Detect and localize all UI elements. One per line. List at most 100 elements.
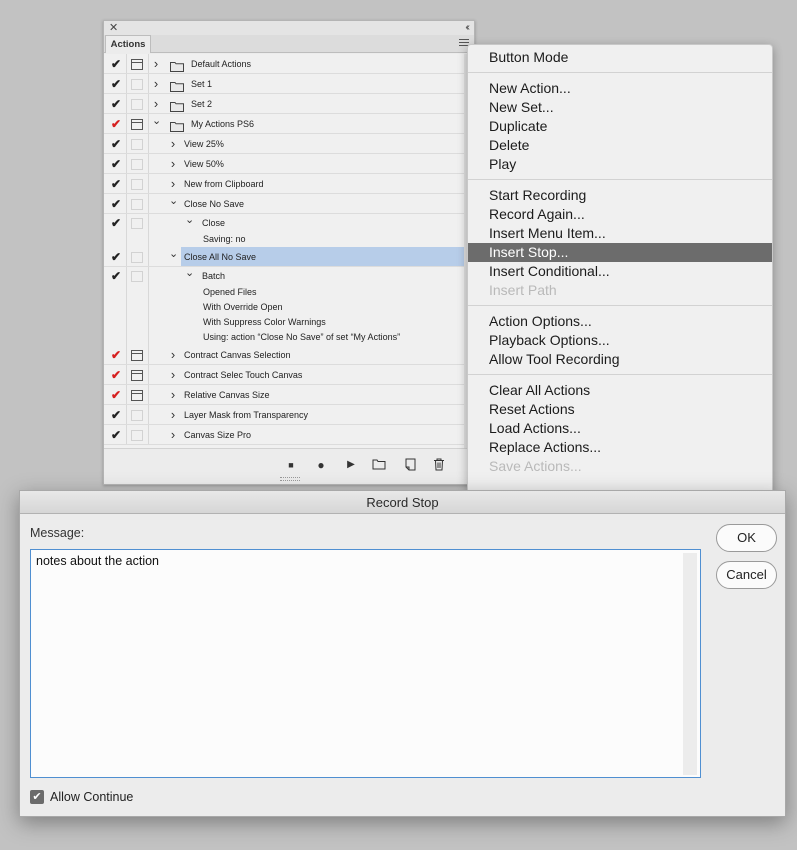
menu-item-record-again[interactable]: Record Again... bbox=[468, 205, 772, 224]
allow-continue-label[interactable]: Allow Continue bbox=[50, 790, 133, 805]
action-set-row[interactable]: ✔ › Set 1 bbox=[104, 74, 466, 94]
action-command-row[interactable]: ✔ ⌄ Batch bbox=[104, 267, 466, 285]
menu-item-button-mode[interactable]: Button Mode bbox=[468, 48, 772, 67]
toggle-item-check-icon[interactable]: ✔ bbox=[110, 348, 122, 362]
chevron-right-icon[interactable]: › bbox=[152, 74, 160, 94]
toggle-item-check-icon[interactable]: ✔ bbox=[110, 197, 122, 211]
dialog-toggle-empty[interactable] bbox=[131, 198, 143, 210]
message-text[interactable]: notes about the action bbox=[36, 554, 159, 568]
menu-item-duplicate[interactable]: Duplicate bbox=[468, 117, 772, 136]
toggle-item-check-icon[interactable]: ✔ bbox=[110, 428, 122, 442]
menu-item-insert-stop[interactable]: Insert Stop... bbox=[468, 243, 772, 262]
delete-icon[interactable] bbox=[432, 458, 446, 472]
chevron-right-icon[interactable]: › bbox=[169, 134, 177, 154]
toggle-item-check-icon[interactable]: ✔ bbox=[110, 77, 122, 91]
menu-item-insert-conditional[interactable]: Insert Conditional... bbox=[468, 262, 772, 281]
toggle-item-check-icon[interactable]: ✔ bbox=[110, 57, 122, 71]
dialog-toggle-icon[interactable] bbox=[131, 58, 143, 70]
toggle-item-check-icon[interactable]: ✔ bbox=[110, 157, 122, 171]
dialog-toggle-icon[interactable] bbox=[131, 118, 143, 130]
menu-item-playback-options[interactable]: Playback Options... bbox=[468, 331, 772, 350]
menu-item-new-action[interactable]: New Action... bbox=[468, 79, 772, 98]
action-set-row[interactable]: ✔ ⌄ My Actions PS6 bbox=[104, 114, 466, 134]
action-command-row[interactable]: ✔ ⌄ Close bbox=[104, 214, 466, 232]
action-row[interactable]: ✔ › Relative Canvas Size bbox=[104, 385, 466, 405]
chevron-right-icon[interactable]: › bbox=[152, 94, 160, 114]
action-row[interactable]: ✔ ⌄ Close No Save bbox=[104, 194, 466, 214]
menu-item-load-actions[interactable]: Load Actions... bbox=[468, 419, 772, 438]
toggle-item-check-icon[interactable]: ✔ bbox=[110, 368, 122, 382]
new-action-icon[interactable] bbox=[403, 458, 417, 472]
new-set-icon[interactable] bbox=[372, 458, 386, 472]
dialog-toggle-empty[interactable] bbox=[131, 270, 143, 282]
dialog-toggle-empty[interactable] bbox=[131, 138, 143, 150]
allow-continue-checkbox[interactable]: ✔ bbox=[30, 790, 44, 804]
dialog-toggle-empty[interactable] bbox=[131, 98, 143, 110]
action-row[interactable]: ✔ › New from Clipboard bbox=[104, 174, 466, 194]
toggle-item-check-icon[interactable]: ✔ bbox=[110, 137, 122, 151]
chevron-right-icon[interactable]: › bbox=[169, 385, 177, 405]
action-row[interactable]: ✔ › Canvas Size Pro bbox=[104, 425, 466, 445]
resize-grip[interactable] bbox=[280, 477, 300, 481]
menu-item-allow-tool-recording[interactable]: Allow Tool Recording bbox=[468, 350, 772, 369]
action-detail-row[interactable]: Opened Files bbox=[104, 285, 466, 300]
record-icon[interactable]: ● bbox=[314, 458, 328, 472]
chevron-right-icon[interactable]: › bbox=[169, 405, 177, 425]
stop-icon[interactable]: ■ bbox=[284, 458, 298, 472]
chevron-down-icon[interactable]: ⌄ bbox=[185, 214, 194, 226]
chevron-right-icon[interactable]: › bbox=[169, 174, 177, 194]
dialog-toggle-icon[interactable] bbox=[131, 349, 143, 361]
dialog-toggle-empty[interactable] bbox=[131, 178, 143, 190]
ok-button[interactable]: OK bbox=[716, 524, 777, 552]
toggle-item-check-icon[interactable]: ✔ bbox=[110, 177, 122, 191]
chevron-down-icon[interactable]: ⌄ bbox=[152, 114, 161, 128]
menu-item-action-options[interactable]: Action Options... bbox=[468, 312, 772, 331]
action-row[interactable]: ✔ › Contract Selec Touch Canvas bbox=[104, 365, 466, 385]
action-set-row[interactable]: ✔ › Set 2 bbox=[104, 94, 466, 114]
toggle-item-check-icon[interactable]: ✔ bbox=[110, 269, 122, 283]
toggle-item-check-icon[interactable]: ✔ bbox=[110, 388, 122, 402]
dialog-toggle-empty[interactable] bbox=[131, 251, 143, 263]
play-icon[interactable]: ▶ bbox=[344, 458, 358, 472]
dialog-toggle-icon[interactable] bbox=[131, 389, 143, 401]
action-row[interactable]: ✔ › Layer Mask from Transparency bbox=[104, 405, 466, 425]
menu-item-replace-actions[interactable]: Replace Actions... bbox=[468, 438, 772, 457]
cancel-button[interactable]: Cancel bbox=[716, 561, 777, 589]
action-set-row[interactable]: ✔ › Default Actions bbox=[104, 54, 466, 74]
menu-item-insert-menu-item[interactable]: Insert Menu Item... bbox=[468, 224, 772, 243]
action-row[interactable]: ✔ › Contract Canvas Selection bbox=[104, 345, 466, 365]
dialog-toggle-empty[interactable] bbox=[131, 158, 143, 170]
toggle-item-check-icon[interactable]: ✔ bbox=[110, 250, 122, 264]
action-row[interactable]: ✔ › View 50% bbox=[104, 154, 466, 174]
dialog-toggle-empty[interactable] bbox=[131, 409, 143, 421]
action-detail-row[interactable]: Using: action “Close No Save” of set “My… bbox=[104, 330, 466, 345]
action-detail-row[interactable]: With Suppress Color Warnings bbox=[104, 315, 466, 330]
message-scrollbar[interactable] bbox=[683, 553, 697, 775]
close-icon[interactable]: ✕ bbox=[109, 22, 118, 34]
chevron-down-icon[interactable]: ⌄ bbox=[185, 267, 194, 279]
dialog-toggle-empty[interactable] bbox=[131, 78, 143, 90]
toggle-item-check-icon[interactable]: ✔ bbox=[110, 117, 122, 131]
chevron-right-icon[interactable]: › bbox=[152, 54, 160, 74]
message-textarea[interactable]: notes about the action bbox=[30, 549, 701, 778]
dialog-toggle-empty[interactable] bbox=[131, 429, 143, 441]
chevron-right-icon[interactable]: › bbox=[169, 425, 177, 445]
chevron-right-icon[interactable]: › bbox=[169, 345, 177, 365]
chevron-right-icon[interactable]: › bbox=[169, 365, 177, 385]
menu-item-reset-actions[interactable]: Reset Actions bbox=[468, 400, 772, 419]
dialog-toggle-empty[interactable] bbox=[131, 217, 143, 229]
menu-item-start-recording[interactable]: Start Recording bbox=[468, 186, 772, 205]
menu-item-new-set[interactable]: New Set... bbox=[468, 98, 772, 117]
menu-item-play[interactable]: Play bbox=[468, 155, 772, 174]
action-row[interactable]: ✔ ⌄ Close All No Save bbox=[104, 247, 466, 267]
chevron-down-icon[interactable]: ⌄ bbox=[169, 247, 178, 261]
toggle-item-check-icon[interactable]: ✔ bbox=[110, 216, 122, 230]
toggle-item-check-icon[interactable]: ✔ bbox=[110, 97, 122, 111]
tab-actions[interactable]: Actions bbox=[105, 35, 151, 53]
toggle-item-check-icon[interactable]: ✔ bbox=[110, 408, 122, 422]
dialog-toggle-icon[interactable] bbox=[131, 369, 143, 381]
action-row[interactable]: ✔ › View 25% bbox=[104, 134, 466, 154]
action-detail-row[interactable]: With Override Open bbox=[104, 300, 466, 315]
menu-item-clear-all-actions[interactable]: Clear All Actions bbox=[468, 381, 772, 400]
action-detail-row[interactable]: Saving: no bbox=[104, 232, 466, 247]
